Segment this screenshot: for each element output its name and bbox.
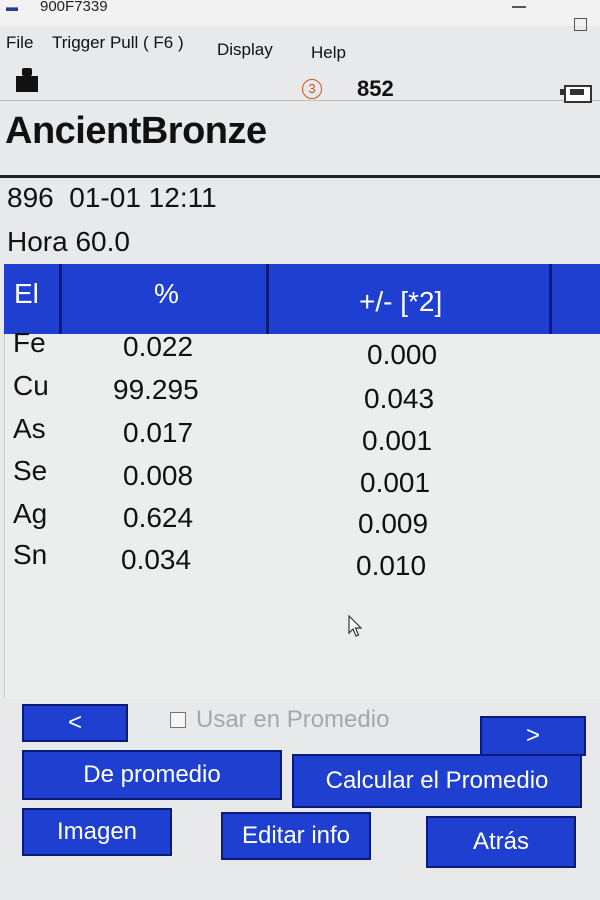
edit-info-button[interactable]: Editar info: [221, 812, 371, 860]
window-titlebar: ▬ 900F7339: [0, 0, 600, 31]
reading-time: Hora 60.0: [7, 226, 130, 257]
menu-help[interactable]: Help: [311, 43, 346, 63]
error-cell: 0.000: [367, 339, 438, 370]
element-cell: Sn: [13, 539, 48, 570]
calculate-average-button[interactable]: Calcular el Promedio: [292, 754, 582, 808]
next-reading-button[interactable]: >: [480, 716, 586, 756]
percent-cell: 0.034: [121, 544, 192, 575]
alloy-name: AncientBronze: [5, 110, 267, 152]
mouse-cursor-icon: [348, 615, 363, 637]
results-table-header: El % +/- [*2]: [4, 264, 600, 334]
previous-reading-button[interactable]: <: [22, 704, 128, 742]
column-divider: [549, 264, 552, 334]
trigger-icon: [16, 68, 38, 94]
image-button[interactable]: Imagen: [22, 808, 172, 856]
column-divider: [59, 264, 62, 334]
minimize-button[interactable]: [512, 6, 526, 8]
reading-id-datetime: 896 01-01 12:11: [7, 182, 217, 213]
window-title: 900F7339: [40, 0, 108, 15]
percent-cell: 0.017: [123, 417, 194, 448]
element-cell: As: [13, 413, 46, 444]
column-header-element: El: [14, 278, 39, 309]
column-header-percent: %: [154, 278, 179, 309]
percent-cell: 0.624: [123, 502, 194, 533]
element-cell: Se: [13, 455, 48, 486]
app-icon: ▬: [6, 0, 18, 14]
error-cell: 0.001: [360, 467, 431, 498]
error-cell: 0.001: [362, 425, 433, 456]
menu-file[interactable]: File: [6, 33, 33, 53]
error-cell: 0.009: [358, 508, 429, 539]
element-cell: Fe: [13, 327, 46, 358]
error-cell: 0.010: [356, 550, 427, 581]
menu-bar: File Trigger Pull ( F6 ) Display Help: [0, 30, 600, 64]
error-cell: 0.043: [364, 383, 435, 414]
element-cell: Cu: [13, 370, 49, 401]
results-table-body: Fe 0.022 0.000 Cu 99.295 0.043 As 0.017 …: [4, 327, 600, 699]
status-bar: [0, 66, 600, 101]
menu-trigger-pull[interactable]: Trigger Pull ( F6 ): [52, 33, 184, 53]
circle-number-badge: 3: [302, 79, 322, 99]
divider: [0, 175, 600, 178]
percent-cell: 0.022: [123, 331, 194, 362]
percent-cell: 0.008: [123, 460, 194, 491]
column-divider: [266, 264, 269, 334]
use-in-average-label: Usar en Promedio: [196, 706, 390, 733]
from-average-button[interactable]: De promedio: [22, 750, 282, 800]
menu-display[interactable]: Display: [217, 40, 273, 60]
back-button[interactable]: Atrás: [426, 816, 576, 868]
percent-cell: 99.295: [113, 374, 199, 405]
battery-icon: [560, 80, 594, 104]
shot-count: 852: [357, 76, 394, 101]
element-cell: Ag: [13, 498, 48, 529]
use-in-average-checkbox[interactable]: [170, 712, 186, 728]
column-header-error: +/- [*2]: [359, 286, 443, 317]
